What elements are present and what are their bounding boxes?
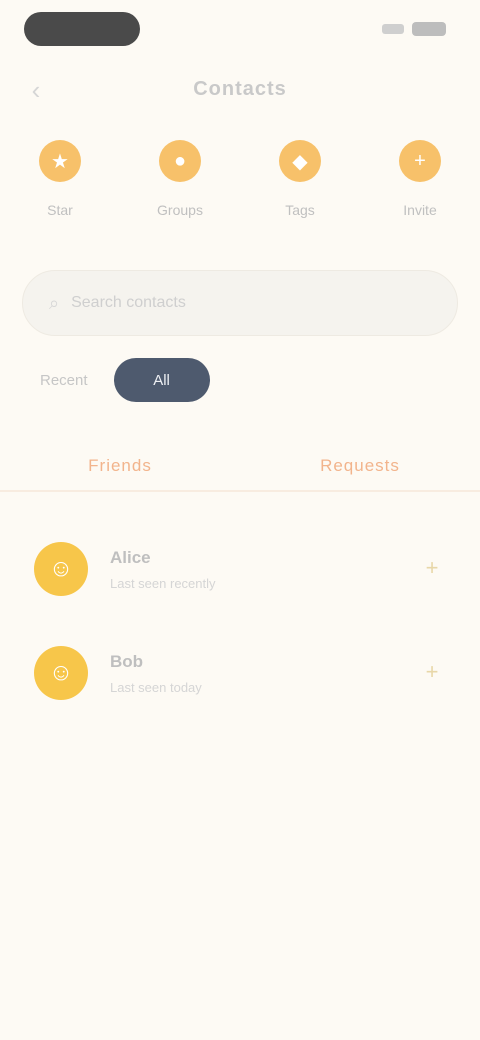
page-title: Contacts [193,78,287,100]
segment-tabs: Friends Requests [0,440,480,492]
item-description: Last seen recently [110,576,216,591]
add-contact-button[interactable]: + [416,552,448,584]
quick-action-label: Invite [403,202,437,218]
quick-action-label: Star [47,202,73,218]
tag-icon: ◆ [279,140,321,182]
segment-label: Friends [88,456,152,475]
filter-tab-all[interactable]: All [113,358,210,402]
status-indicators [382,22,446,36]
status-pill [24,12,140,46]
item-name: Alice [110,548,151,567]
segment-divider [0,490,480,492]
quick-actions: ★ Star ● Groups ◆ Tags + Invite [0,140,480,240]
filter-tabs: Recent All [24,352,210,408]
signal-icon [382,24,404,34]
quick-action-tags[interactable]: ◆ Tags [255,140,345,240]
battery-icon [412,22,446,36]
quick-action-invite[interactable]: + Invite [375,140,465,240]
search-box[interactable]: ⌕ [22,270,458,336]
search-input[interactable] [69,293,434,313]
quick-action-groups[interactable]: ● Groups [135,140,225,240]
quick-action-label: Groups [157,202,203,218]
segment-label: Requests [320,456,400,475]
item-name: Bob [110,652,144,671]
avatar: ☺ [34,542,88,596]
user-icon: ☺ [48,659,74,686]
nav-bar: ‹ Contacts [0,62,480,118]
group-icon: ● [159,140,201,182]
status-bar [0,0,480,62]
add-icon: + [399,140,441,182]
search-icon: ⌕ [49,292,60,313]
star-icon: ★ [39,140,81,182]
list-item[interactable]: ☺ Bob Last seen today + [0,632,480,736]
plus-icon: + [425,659,439,684]
filter-tab-recent[interactable]: Recent [24,358,104,402]
segment-tab-friends[interactable]: Friends [0,440,240,492]
avatar: ☺ [34,646,88,700]
user-icon: ☺ [48,555,74,582]
add-contact-button[interactable]: + [416,656,448,688]
plus-icon: + [425,555,439,580]
contact-list: ☺ Alice Last seen recently + ☺ Bob Last … [0,528,480,736]
list-item[interactable]: ☺ Alice Last seen recently + [0,528,480,632]
quick-action-star[interactable]: ★ Star [15,140,105,240]
quick-action-label: Tags [285,202,315,218]
item-description: Last seen today [110,680,202,695]
segment-tab-requests[interactable]: Requests [240,440,480,492]
